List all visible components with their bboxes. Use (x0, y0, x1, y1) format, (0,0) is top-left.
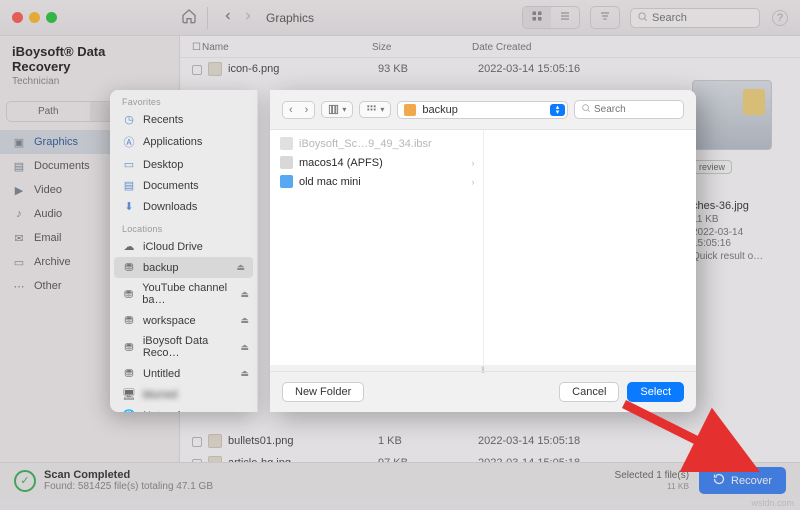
dialog-search-input[interactable] (594, 104, 677, 115)
favorites-header: Favorites (110, 90, 257, 109)
location-untitled[interactable]: ⛃Untitled⏏ (110, 363, 257, 384)
search-icon (581, 103, 591, 116)
app-icon: Ⓐ (122, 134, 136, 150)
display-icon: 🖥 (122, 388, 136, 401)
new-folder-button[interactable]: New Folder (282, 382, 364, 402)
dropdown-arrows-icon[interactable]: ▴▾ (550, 104, 565, 116)
eject-icon[interactable]: ⏏ (240, 368, 249, 379)
column-view-button[interactable]: ▾ (321, 101, 353, 118)
eject-icon[interactable]: ⏏ (236, 262, 245, 273)
file-icon (280, 137, 293, 150)
dialog-forward-icon[interactable]: › (299, 102, 315, 118)
favorites-documents[interactable]: ▤Documents (110, 175, 257, 196)
nav-back-forward[interactable]: ‹ › (282, 101, 315, 119)
favorites-downloads[interactable]: ⬇Downloads (110, 196, 257, 217)
download-icon: ⬇ (122, 200, 136, 213)
desktop-icon: ▭ (122, 158, 136, 171)
dialog-back-icon[interactable]: ‹ (283, 102, 299, 118)
drive-icon: ⛃ (122, 341, 136, 354)
save-dialog-sidebar: Favorites ◷Recents ⒶApplications ▭Deskto… (110, 90, 258, 412)
drive-icon (280, 156, 293, 169)
location-network[interactable]: 🌐Network (110, 405, 257, 412)
doc-icon: ▤ (122, 179, 136, 192)
drive-icon: ⛃ (122, 367, 136, 380)
location-workspace[interactable]: ⛃workspace⏏ (110, 310, 257, 331)
drive-icon: ⛃ (122, 314, 136, 327)
drive-icon: ⛃ (122, 288, 135, 301)
favorites-recents[interactable]: ◷Recents (110, 109, 257, 130)
dialog-toolbar: ‹ › ▾ ▾ backup ▴▾ (270, 90, 696, 130)
dialog-body: iBoysoft_Sc…9_49_34.ibsr macos14 (APFS)›… (270, 130, 696, 365)
list-item[interactable]: macos14 (APFS)› (270, 153, 483, 172)
location-popup[interactable]: backup ▴▾ (397, 101, 568, 119)
list-item[interactable]: iBoysoft_Sc…9_49_34.ibsr (270, 134, 483, 153)
eject-icon[interactable]: ⏏ (240, 315, 249, 326)
favorites-desktop[interactable]: ▭Desktop (110, 154, 257, 175)
chevron-right-icon: › (472, 177, 475, 187)
chevron-right-icon: › (472, 158, 475, 168)
chevron-down-icon: ▾ (342, 105, 346, 114)
group-by-button[interactable]: ▾ (359, 101, 391, 118)
location-icloud[interactable]: ☁iCloud Drive (110, 236, 257, 257)
location-blurred[interactable]: 🖥blurred (110, 384, 257, 405)
drive-icon (404, 104, 416, 116)
globe-icon: 🌐 (122, 409, 136, 412)
list-item[interactable]: old mac mini› (270, 172, 483, 191)
eject-icon[interactable]: ⏏ (240, 342, 249, 353)
drive-icon: ⛃ (122, 261, 136, 274)
favorites-applications[interactable]: ⒶApplications (110, 130, 257, 154)
folder-icon (280, 175, 293, 188)
clock-icon: ◷ (122, 113, 136, 126)
dialog-search[interactable] (574, 100, 684, 119)
watermark: wsldn.com (751, 498, 794, 508)
empty-column (484, 130, 697, 365)
location-youtube[interactable]: ⛃YouTube channel ba…⏏ (110, 278, 257, 310)
location-iboysoft[interactable]: ⛃iBoysoft Data Reco…⏏ (110, 331, 257, 363)
cloud-icon: ☁ (122, 240, 136, 253)
select-button[interactable]: Select (627, 382, 684, 402)
column-list[interactable]: iBoysoft_Sc…9_49_34.ibsr macos14 (APFS)›… (270, 130, 484, 365)
save-dialog: ‹ › ▾ ▾ backup ▴▾ iBoysoft_Sc…9_49_34.ib… (270, 90, 696, 412)
eject-icon[interactable]: ⏏ (240, 289, 249, 300)
chevron-down-icon: ▾ (380, 105, 384, 114)
cancel-button[interactable]: Cancel (559, 382, 619, 402)
location-backup[interactable]: ⛃backup⏏ (114, 257, 253, 278)
dialog-footer: New Folder Cancel Select (270, 371, 696, 412)
locations-header: Locations (110, 217, 257, 236)
